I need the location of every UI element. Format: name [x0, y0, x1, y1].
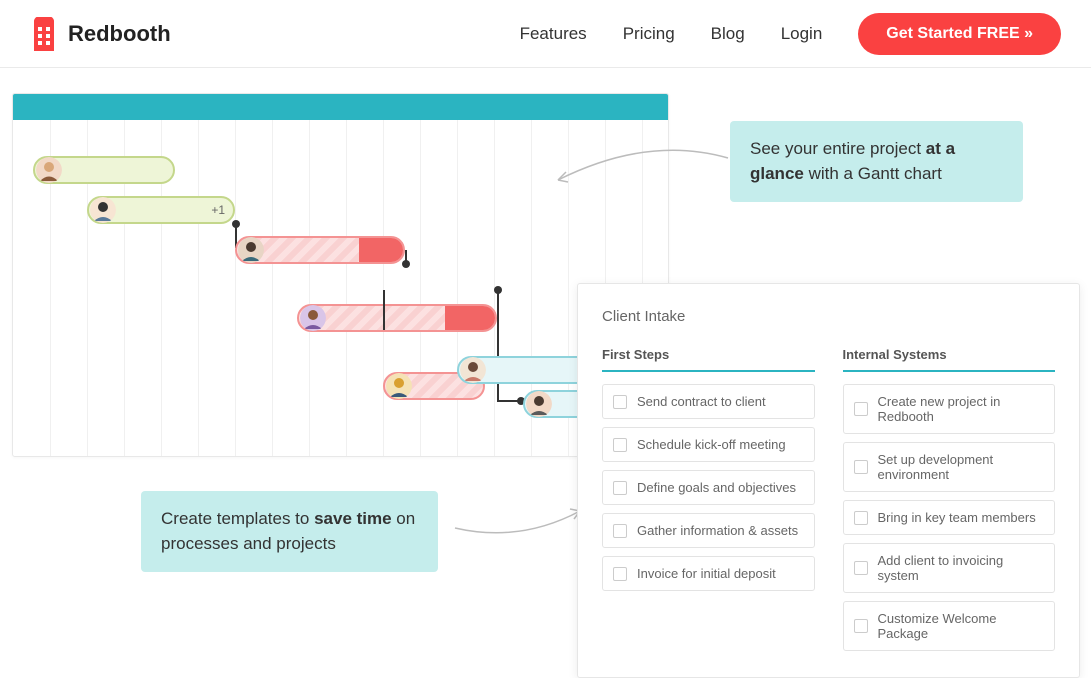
nav-features[interactable]: Features [520, 24, 587, 44]
task-item[interactable]: Schedule kick-off meeting [602, 427, 815, 462]
get-started-button[interactable]: Get Started FREE » [858, 13, 1061, 55]
column-header: First Steps [602, 347, 815, 372]
redbooth-logo-icon [30, 17, 58, 51]
task-item[interactable]: Add client to invoicing system [843, 543, 1056, 593]
logo[interactable]: Redbooth [30, 17, 171, 51]
nav-login[interactable]: Login [781, 24, 823, 44]
gantt-chart-panel: +1 [12, 93, 669, 457]
task-label: Set up development environment [878, 452, 1045, 482]
gantt-bar[interactable] [235, 236, 405, 264]
main-nav: Features Pricing Blog Login Get Started … [520, 13, 1061, 55]
task-item[interactable]: Create new project in Redbooth [843, 384, 1056, 434]
template-column-internal-systems: Internal Systems Create new project in R… [843, 347, 1056, 659]
task-item[interactable]: Invoice for initial deposit [602, 556, 815, 591]
task-item[interactable]: Define goals and objectives [602, 470, 815, 505]
avatar-icon [238, 237, 264, 263]
task-label: Invoice for initial deposit [637, 566, 776, 581]
task-label: Create new project in Redbooth [878, 394, 1045, 424]
gantt-bar[interactable] [33, 156, 175, 184]
column-header: Internal Systems [843, 347, 1056, 372]
checkbox-icon[interactable] [854, 460, 868, 474]
task-label: Add client to invoicing system [878, 553, 1045, 583]
checkbox-icon[interactable] [854, 402, 868, 416]
checkbox-icon[interactable] [613, 438, 627, 452]
avatar-icon [386, 373, 412, 399]
checkbox-icon[interactable] [854, 511, 868, 525]
site-header: Redbooth Features Pricing Blog Login Get… [0, 0, 1091, 68]
logo-text: Redbooth [68, 21, 171, 47]
avatar-icon [90, 197, 116, 223]
gantt-bar[interactable] [297, 304, 497, 332]
task-label: Send contract to client [637, 394, 766, 409]
avatar-icon [460, 357, 486, 383]
task-label: Gather information & assets [637, 523, 798, 538]
gantt-timeline-header [13, 94, 668, 120]
checkbox-icon[interactable] [613, 567, 627, 581]
callout-text: See your entire project [750, 139, 926, 158]
task-label: Bring in key team members [878, 510, 1036, 525]
task-label: Customize Welcome Package [878, 611, 1045, 641]
template-title: Client Intake [602, 308, 1055, 325]
checkbox-icon[interactable] [854, 619, 868, 633]
avatar-icon [36, 157, 62, 183]
task-item[interactable]: Set up development environment [843, 442, 1056, 492]
avatar-icon [526, 391, 552, 417]
task-item[interactable]: Send contract to client [602, 384, 815, 419]
avatar-icon [300, 305, 326, 331]
arrow-icon [450, 503, 590, 543]
task-item[interactable]: Bring in key team members [843, 500, 1056, 535]
checkbox-icon[interactable] [854, 561, 868, 575]
task-label: Define goals and objectives [637, 480, 796, 495]
checkbox-icon[interactable] [613, 524, 627, 538]
task-item[interactable]: Customize Welcome Package [843, 601, 1056, 651]
callout-templates: Create templates to save time on process… [141, 491, 438, 572]
template-panel: Client Intake First Steps Send contract … [577, 283, 1080, 678]
callout-gantt: See your entire project at a glance with… [730, 121, 1023, 202]
task-item[interactable]: Gather information & assets [602, 513, 815, 548]
task-label: Schedule kick-off meeting [637, 437, 786, 452]
template-column-first-steps: First Steps Send contract to client Sche… [602, 347, 815, 659]
nav-pricing[interactable]: Pricing [623, 24, 675, 44]
callout-bold: save time [314, 509, 392, 528]
checkbox-icon[interactable] [613, 395, 627, 409]
extra-assignees-badge: +1 [211, 203, 225, 217]
callout-text: Create templates to [161, 509, 314, 528]
gantt-bar[interactable]: +1 [87, 196, 235, 224]
nav-blog[interactable]: Blog [711, 24, 745, 44]
gantt-grid: +1 [13, 120, 668, 457]
callout-text: with a Gantt chart [804, 164, 942, 183]
checkbox-icon[interactable] [613, 481, 627, 495]
